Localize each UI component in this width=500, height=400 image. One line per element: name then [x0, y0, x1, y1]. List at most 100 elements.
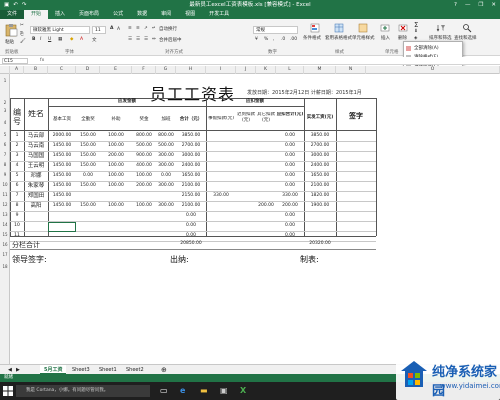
cell-value[interactable]: 200.00 — [132, 182, 156, 190]
find-select-icon[interactable] — [462, 23, 472, 33]
align-top-icon[interactable]: ≡ — [128, 26, 132, 31]
cell-value[interactable]: 1450.00 — [48, 182, 76, 190]
cell-value[interactable]: 150.00 — [76, 202, 100, 210]
tab-file[interactable]: 文件 — [0, 10, 25, 19]
cell-value[interactable]: 300.00 — [156, 152, 176, 160]
cell-value[interactable]: 100.00 — [100, 182, 132, 190]
edge-icon[interactable]: e — [180, 386, 190, 396]
format-as-table-icon[interactable] — [334, 23, 344, 33]
comma-icon[interactable]: , — [273, 37, 274, 42]
align-right-icon[interactable]: ☰ — [144, 37, 148, 42]
cell-value[interactable]: 400.00 — [132, 162, 156, 170]
row-header[interactable]: 8 — [0, 162, 10, 167]
cell-value[interactable]: 300.00 — [156, 202, 176, 210]
restore-button[interactable]: ❐ — [478, 0, 483, 10]
cell-value[interactable]: 2700.00 — [304, 142, 336, 150]
cell-name[interactable]: 高阳 — [24, 202, 48, 210]
cell-value[interactable]: 0.00 — [276, 132, 304, 140]
row-header[interactable]: 18 — [0, 264, 10, 269]
select-all-corner[interactable] — [0, 66, 10, 74]
cell-name[interactable]: 马云部 — [24, 132, 48, 140]
shrink-font-icon[interactable]: A — [117, 27, 120, 32]
store-icon[interactable]: ▣ — [220, 386, 230, 396]
cell-value[interactable]: 100.00 — [100, 132, 132, 140]
cell-value[interactable]: 500.00 — [132, 142, 156, 150]
cell-name[interactable]: 马国国 — [24, 152, 48, 160]
cell-no[interactable]: 4 — [10, 162, 24, 170]
column-header[interactable]: F — [132, 66, 156, 74]
cell-value[interactable]: 1450.00 — [48, 202, 76, 210]
align-middle-icon[interactable]: ≡ — [136, 26, 140, 31]
format-painter-icon[interactable]: 🖌 — [20, 39, 26, 44]
tab-data[interactable]: 数据 — [130, 10, 154, 19]
align-center-icon[interactable]: ☰ — [136, 37, 140, 42]
tab-home[interactable]: 开始 — [24, 10, 49, 19]
italic-button[interactable]: I — [40, 37, 41, 42]
cell-value[interactable]: 1820.00 — [304, 192, 336, 200]
selected-cell[interactable] — [48, 222, 76, 232]
column-header[interactable]: E — [100, 66, 132, 74]
tab-insert[interactable]: 插入 — [48, 10, 72, 19]
cell-value[interactable]: 150.00 — [76, 152, 100, 160]
cell-value[interactable]: 1900.00 — [304, 202, 336, 210]
row-header[interactable]: 15 — [0, 232, 10, 237]
cell-value[interactable]: 1650.00 — [304, 172, 336, 180]
cell-value[interactable]: 2000.00 — [48, 132, 76, 140]
cell-no[interactable]: 5 — [10, 172, 24, 180]
cell-value[interactable]: 3000.00 — [176, 152, 206, 160]
cell-value[interactable]: 0.00 — [176, 222, 206, 230]
cell-no[interactable]: 3 — [10, 152, 24, 160]
font-color-icon[interactable]: A — [80, 37, 83, 42]
insert-cells-icon[interactable] — [380, 23, 390, 33]
paste-icon[interactable] — [4, 23, 18, 37]
column-header[interactable]: K — [256, 66, 276, 74]
cell-value[interactable]: 150.00 — [76, 132, 100, 140]
cell-value[interactable]: 150.00 — [76, 162, 100, 170]
cell-value[interactable]: 1450.00 — [48, 172, 76, 180]
row-header[interactable]: 14 — [0, 222, 10, 227]
cell-value[interactable]: 330.00 — [206, 192, 236, 200]
windows-start-icon[interactable] — [3, 386, 13, 396]
column-header[interactable]: I — [206, 66, 236, 74]
cell-value[interactable]: 1450.00 — [48, 152, 76, 160]
cell-value[interactable]: 300.00 — [156, 182, 176, 190]
column-header[interactable]: H — [176, 66, 206, 74]
cell-value[interactable]: 150.00 — [76, 182, 100, 190]
grow-font-icon[interactable]: A — [110, 26, 113, 31]
fill-icon[interactable]: ⬇ — [414, 29, 418, 34]
cell-value[interactable]: 0.00 — [156, 172, 176, 180]
wrap-text-label[interactable]: 自动换行 — [159, 26, 177, 32]
cell-value[interactable]: 0.00 — [76, 172, 100, 180]
underline-button[interactable]: U — [48, 37, 51, 42]
cell-value[interactable]: 2400.00 — [304, 162, 336, 170]
cell-value[interactable]: 300.00 — [156, 162, 176, 170]
phonetic-icon[interactable]: 文 — [92, 37, 97, 43]
bold-button[interactable]: B — [32, 37, 35, 42]
format-as-table-label[interactable]: 套用表格格式 — [325, 35, 352, 41]
cell-name[interactable]: 马云南 — [24, 142, 48, 150]
menu-item-clear-all[interactable]: 全部清除(A) — [404, 44, 462, 53]
tab-developer[interactable]: 开发工具 — [202, 10, 236, 19]
cell-value[interactable]: 100.00 — [100, 202, 132, 210]
merge-center-icon[interactable]: ⇔ — [152, 37, 156, 42]
name-box[interactable]: C15 — [2, 58, 28, 64]
cell-value[interactable]: 3000.00 — [304, 152, 336, 160]
cell-value[interactable]: 100.00 — [100, 162, 132, 170]
cell-value[interactable]: 1450.00 — [48, 192, 76, 200]
font-name-select[interactable]: 微软雅黑 Light — [30, 26, 90, 34]
minimize-button[interactable]: — — [465, 0, 471, 10]
column-header[interactable]: L — [276, 66, 304, 74]
currency-icon[interactable]: ¥ — [255, 37, 258, 42]
task-view-icon[interactable]: ▭ — [160, 386, 170, 396]
tab-page-layout[interactable]: 页面布局 — [72, 10, 106, 19]
cell-value[interactable]: 900.00 — [132, 152, 156, 160]
column-header[interactable]: A — [10, 66, 24, 74]
column-header[interactable]: G — [156, 66, 176, 74]
row-header[interactable]: 3 — [0, 108, 10, 113]
cell-value[interactable]: 0.00 — [276, 162, 304, 170]
number-format-select[interactable]: 常规 — [253, 26, 298, 34]
cell-value[interactable]: 100.00 — [132, 172, 156, 180]
cell-name[interactable]: 王云明 — [24, 162, 48, 170]
cell-value[interactable]: 0.00 — [276, 172, 304, 180]
row-header[interactable]: 4 — [0, 120, 10, 125]
